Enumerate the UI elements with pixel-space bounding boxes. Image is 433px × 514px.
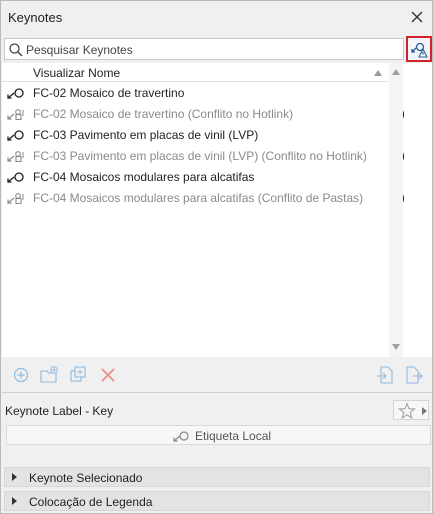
keynote-row[interactable]: FC-03 Pavimento em placas de vinil (LVP) bbox=[2, 125, 388, 146]
hotlink-conflict-filter-button[interactable] bbox=[406, 36, 432, 62]
star-icon bbox=[398, 402, 416, 420]
keynote-row[interactable]: FC-03 Pavimento em placas de vinil (LVP)… bbox=[2, 146, 405, 167]
keynote-label-section: Keynote Label - Key Etiqueta Local bbox=[2, 394, 432, 456]
search-placeholder: Pesquisar Keynotes bbox=[26, 43, 133, 57]
section-selected-keynote[interactable]: Keynote Selecionado bbox=[4, 467, 430, 487]
add-keynote-icon[interactable] bbox=[11, 365, 31, 385]
search-icon bbox=[9, 43, 23, 57]
keynote-label-title: Keynote Label - Key bbox=[5, 404, 114, 418]
expand-arrow-icon bbox=[12, 497, 17, 505]
duplicate-icon[interactable] bbox=[68, 365, 88, 385]
keynote-link-icon bbox=[7, 130, 24, 141]
local-label-text: Etiqueta Local bbox=[195, 429, 272, 443]
keynote-conflict-filter-icon bbox=[411, 42, 428, 58]
keynote-list: Visualizar Nome FC-02 Mosaico de travert… bbox=[2, 63, 432, 357]
expand-arrow-icon bbox=[12, 473, 17, 481]
export-icon[interactable] bbox=[404, 365, 424, 385]
delete-icon[interactable] bbox=[98, 365, 118, 385]
keynote-conflict-icon bbox=[7, 109, 24, 120]
keynote-row-name: FC-03 Pavimento em placas de vinil (LVP) bbox=[33, 128, 259, 142]
local-label-button[interactable]: Etiqueta Local bbox=[6, 425, 431, 445]
keynote-row-name: FC-02 Mosaico de travertino (Conflito no… bbox=[33, 107, 294, 121]
scroll-up-icon[interactable] bbox=[392, 69, 400, 75]
keynote-link-icon bbox=[7, 172, 24, 183]
keynote-row[interactable]: FC-04 Mosaicos modulares para alcatifas … bbox=[2, 188, 405, 209]
keynote-row[interactable]: FC-02 Mosaico de travertino bbox=[2, 83, 388, 104]
scroll-down-icon[interactable] bbox=[392, 344, 400, 350]
column-header[interactable]: Visualizar Nome bbox=[2, 63, 388, 82]
list-toolbar bbox=[2, 357, 432, 393]
keynote-row[interactable]: FC-02 Mosaico de travertino (Conflito no… bbox=[2, 104, 405, 125]
add-folder-icon[interactable] bbox=[39, 365, 59, 385]
favorites-button[interactable] bbox=[393, 400, 429, 420]
section-legend-placement[interactable]: Colocação de Legenda bbox=[4, 491, 430, 511]
keynote-row-name: FC-02 Mosaico de travertino bbox=[33, 86, 185, 100]
section-label: Keynote Selecionado bbox=[29, 471, 143, 485]
sort-ascending-icon[interactable] bbox=[373, 68, 383, 78]
title-bar: Keynotes bbox=[1, 1, 432, 35]
keynote-conflict-icon bbox=[7, 193, 24, 204]
keynotes-panel: Keynotes Pesquisar Keynotes Visualizar N… bbox=[0, 0, 433, 514]
column-header-label: Visualizar Nome bbox=[33, 66, 121, 80]
keynote-row-name: FC-03 Pavimento em placas de vinil (LVP)… bbox=[33, 149, 367, 163]
chevron-right-icon bbox=[422, 407, 427, 415]
keynote-link-icon bbox=[7, 88, 24, 99]
keynote-row-name: FC-04 Mosaicos modulares para alcatifas … bbox=[33, 191, 364, 205]
import-icon[interactable] bbox=[375, 365, 395, 385]
keynote-conflict-icon bbox=[7, 151, 24, 162]
keynote-row[interactable]: FC-04 Mosaicos modulares para alcatifas bbox=[2, 167, 388, 188]
close-icon[interactable] bbox=[407, 7, 427, 27]
section-label: Colocação de Legenda bbox=[29, 495, 153, 509]
panel-title: Keynotes bbox=[8, 10, 63, 25]
search-field[interactable]: Pesquisar Keynotes bbox=[4, 38, 404, 60]
keynote-row-name: FC-04 Mosaicos modulares para alcatifas bbox=[33, 170, 255, 184]
keynote-link-icon bbox=[173, 431, 189, 442]
list-scrollbar[interactable] bbox=[389, 63, 403, 357]
